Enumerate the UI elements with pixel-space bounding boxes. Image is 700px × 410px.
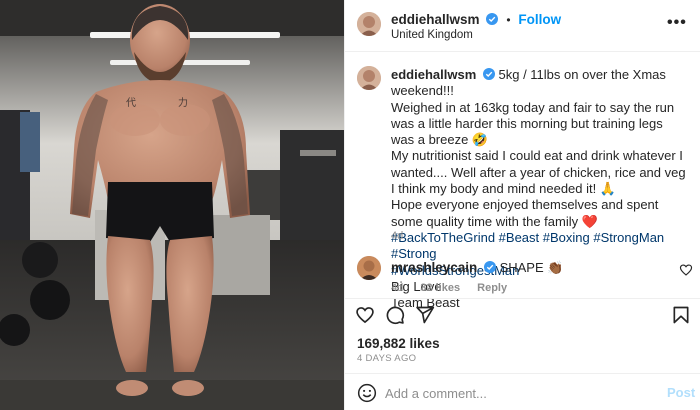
comment-like-heart-icon[interactable] [679,263,693,277]
caption-timestamp: 4d [391,230,404,242]
comment-likes[interactable]: 32 likes [420,282,460,294]
bookmark-icon[interactable] [671,305,691,325]
verified-badge-icon [482,68,495,80]
author-row: eddiehallwsm • Follow [391,11,561,27]
comment-line: mrashleycain SHAPE 👏🏾 [391,260,563,276]
share-icon[interactable] [415,305,435,325]
svg-text:代: 代 [126,97,136,109]
post-timestamp: 4 DAYS AGO [357,353,417,364]
post-photo[interactable]: 代 力 [0,0,344,410]
separator-dot: • [506,13,511,27]
post-details-panel: eddiehallwsm • Follow United Kingdom •••… [344,0,700,410]
post-comment-button[interactable]: Post [667,385,695,400]
post-caption: eddiehallwsm 5kg / 11lbs on over the Xma… [345,52,700,310]
caption-author-avatar[interactable] [357,66,381,90]
post-photo-image: 代 力 [0,0,344,410]
comment-meta: 4d 32 likes Reply [391,282,521,294]
likes-count[interactable]: 169,882 likes [357,336,440,351]
verified-badge-icon [483,261,496,273]
svg-text:力: 力 [178,96,188,109]
heart-icon[interactable] [355,305,375,325]
comment-reply-button[interactable]: Reply [477,282,507,294]
comment-item: mrashleycain SHAPE 👏🏾 4d 32 likes Reply [345,250,700,298]
emoji-icon[interactable] [357,383,377,403]
comment-timestamp: 4d [391,282,404,294]
caption-line-4: Hope everyone enjoyed themselves and spe… [391,197,659,229]
post-header: eddiehallwsm • Follow United Kingdom ••• [345,0,700,52]
commenter-avatar[interactable] [357,256,381,280]
comment-icon[interactable] [385,305,405,325]
caption-username[interactable]: eddiehallwsm [391,67,476,82]
follow-button[interactable]: Follow [518,12,561,27]
caption-line-2: Weighed in at 163kg today and fair to sa… [391,99,675,148]
author-username[interactable]: eddiehallwsm [391,12,480,27]
post-location[interactable]: United Kingdom [391,29,473,41]
add-comment-input[interactable] [385,384,645,402]
verified-badge-icon [486,13,499,25]
commenter-username[interactable]: mrashleycain [391,260,477,275]
caption-line-3: My nutritionist said I could eat and dri… [391,148,686,197]
more-options-icon[interactable]: ••• [667,14,687,32]
comment-text: SHAPE 👏🏾 [499,260,564,275]
add-comment-bar: Post [345,373,700,410]
author-avatar[interactable] [357,12,381,36]
post-action-bar [345,298,700,330]
